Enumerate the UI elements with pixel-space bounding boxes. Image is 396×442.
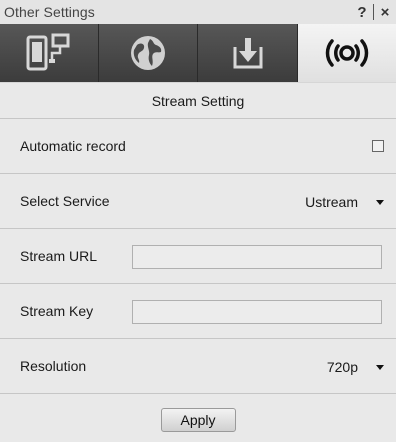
apply-button[interactable]: Apply xyxy=(160,408,236,432)
other-settings-window: Other Settings ? × Stream Setting Automa… xyxy=(0,0,396,442)
stream-key-label: Stream Key xyxy=(20,303,94,319)
globe-icon xyxy=(131,36,165,70)
close-button[interactable]: × xyxy=(374,2,396,22)
select-service-row: Select Service Ustream xyxy=(0,174,396,229)
service-dropdown-value: Ustream xyxy=(305,194,358,210)
section-title: Stream Setting xyxy=(0,82,396,119)
dropdown-arrow-icon xyxy=(376,199,384,205)
resolution-row: Resolution 720p xyxy=(0,339,396,394)
tab-devices[interactable] xyxy=(0,24,99,82)
footer: Apply xyxy=(0,394,396,442)
broadcast-icon xyxy=(325,39,369,67)
help-button[interactable]: ? xyxy=(351,2,373,22)
select-service-label: Select Service xyxy=(20,193,110,209)
stream-key-input[interactable] xyxy=(132,300,382,324)
settings-tab-bar xyxy=(0,24,396,82)
tab-download[interactable] xyxy=(198,24,298,82)
download-icon xyxy=(233,38,262,69)
service-dropdown[interactable]: Ustream xyxy=(305,192,388,212)
automatic-record-label: Automatic record xyxy=(20,138,126,154)
resolution-dropdown[interactable]: 720p xyxy=(327,357,388,377)
title-bar-buttons: ? × xyxy=(351,0,396,24)
stream-url-row: Stream URL xyxy=(0,229,396,284)
stream-url-label: Stream URL xyxy=(20,248,98,264)
tab-stream[interactable] xyxy=(298,24,396,82)
automatic-record-row: Automatic record xyxy=(0,119,396,174)
devices-icon xyxy=(26,33,70,71)
resolution-label: Resolution xyxy=(20,358,87,374)
automatic-record-checkbox[interactable] xyxy=(372,140,384,152)
stream-key-row: Stream Key xyxy=(0,284,396,339)
stream-url-input[interactable] xyxy=(132,245,382,269)
dropdown-arrow-icon xyxy=(376,364,384,370)
title-bar: Other Settings ? × xyxy=(0,0,396,24)
window-title: Other Settings xyxy=(4,4,95,20)
tab-globe[interactable] xyxy=(99,24,198,82)
resolution-dropdown-value: 720p xyxy=(326,359,358,375)
